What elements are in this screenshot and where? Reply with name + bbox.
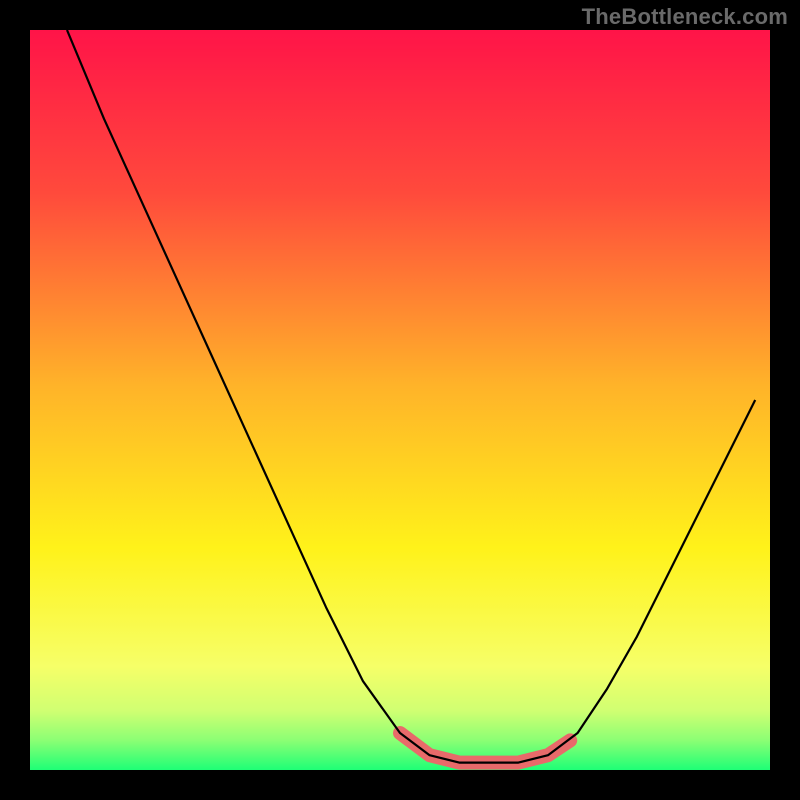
watermark-text: TheBottleneck.com bbox=[582, 4, 788, 30]
chart-frame: TheBottleneck.com bbox=[0, 0, 800, 800]
plot-area bbox=[30, 30, 770, 770]
black-curve bbox=[67, 30, 755, 763]
curve-layer bbox=[30, 30, 770, 770]
red-floor-segment bbox=[400, 733, 570, 763]
